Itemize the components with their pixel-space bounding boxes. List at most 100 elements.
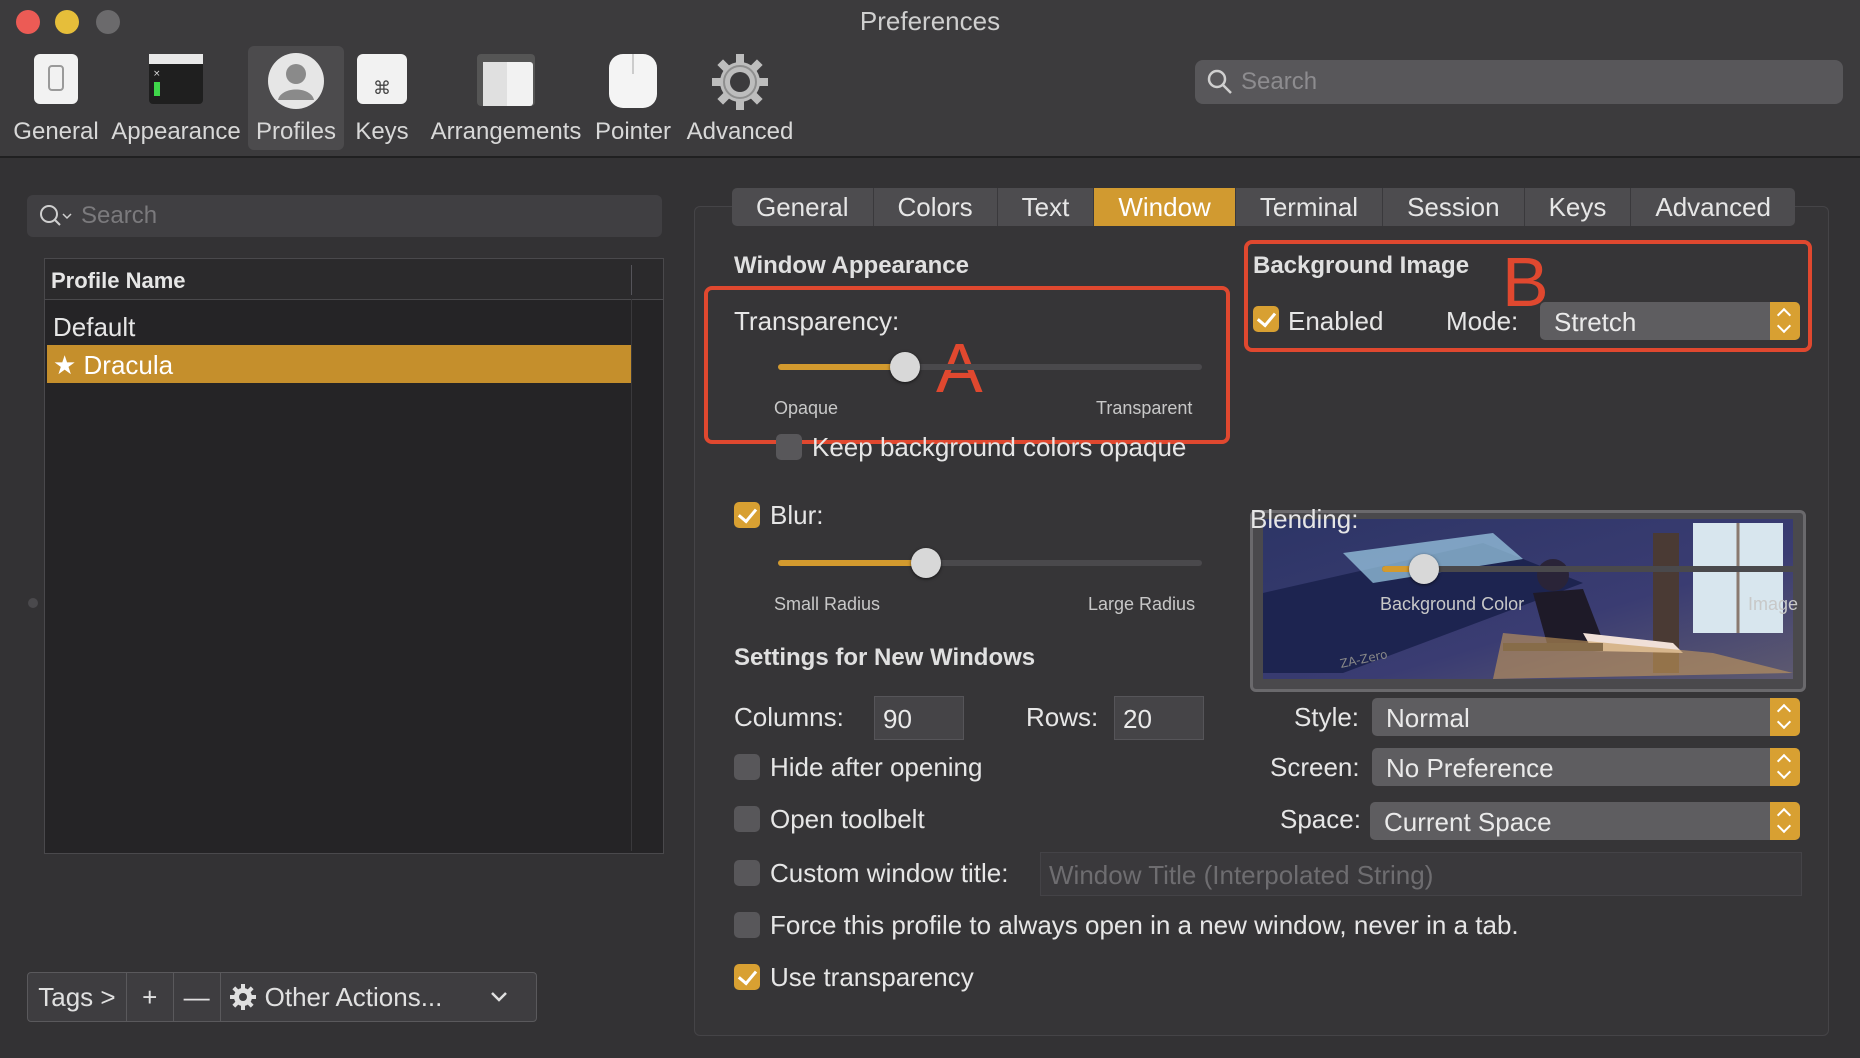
mode-popup-value: Stretch <box>1554 307 1637 337</box>
transparency-slider-fill <box>778 364 906 370</box>
tab-colors[interactable]: Colors <box>874 188 998 226</box>
search-options-icon <box>40 205 72 226</box>
chevron-down-icon <box>491 992 508 1002</box>
rows-value: 20 <box>1123 704 1152 734</box>
toolbar-keys-label: Keys <box>355 118 409 145</box>
sidebar-splitter-handle[interactable] <box>28 598 38 608</box>
toolbar-general[interactable]: General <box>8 46 104 150</box>
profiles-person-icon <box>267 52 325 115</box>
blending-label: Blending: <box>1250 504 1359 534</box>
toolbar-search-placeholder: Search <box>1241 68 1318 95</box>
profile-row-label: ★ Dracula <box>53 350 174 380</box>
toolbar-general-label: General <box>13 118 99 145</box>
preferences-content: Search Profile Name Default ★ Dracula Ta… <box>0 158 1860 1058</box>
tab-advanced[interactable]: Advanced <box>1631 188 1795 226</box>
tags-button[interactable]: Tags > <box>28 973 127 1021</box>
tab-general[interactable]: General <box>732 188 874 226</box>
preferences-window: Preferences General × Appearance Profile… <box>0 0 1860 1058</box>
column-divider <box>631 265 632 295</box>
profile-row-default[interactable]: Default <box>47 307 631 345</box>
style-popup[interactable]: Normal <box>1372 698 1800 736</box>
keep-background-opaque-label: Keep background colors opaque <box>812 432 1187 462</box>
popup-stepper-icon <box>1770 748 1800 786</box>
transparency-label: Transparency: <box>734 306 900 336</box>
toolbar-search-field[interactable]: Search <box>1195 60 1843 104</box>
hide-after-opening-label: Hide after opening <box>770 752 983 782</box>
blur-checkbox[interactable] <box>734 502 760 528</box>
use-transparency-label: Use transparency <box>770 962 974 992</box>
transparency-slider[interactable] <box>778 352 1202 382</box>
general-switch-icon <box>32 52 80 111</box>
columns-field[interactable]: 90 <box>874 696 964 740</box>
blending-slider-thumb[interactable] <box>1408 554 1439 584</box>
toolbar-pointer-label: Pointer <box>594 118 672 145</box>
columns-value: 90 <box>883 704 912 734</box>
blur-slider[interactable] <box>778 548 1202 578</box>
profile-search-field[interactable]: Search <box>27 195 662 237</box>
advanced-gear-icon <box>710 52 770 117</box>
column-line <box>631 299 632 851</box>
image-label: Image <box>1748 594 1799 614</box>
screen-label: Screen: <box>1270 752 1360 782</box>
svg-text:⌘: ⌘ <box>373 78 391 99</box>
custom-window-title-checkbox[interactable] <box>734 860 760 886</box>
rows-field[interactable]: 20 <box>1114 696 1204 740</box>
profile-row-label: Default <box>53 312 136 342</box>
toolbar-profiles-label: Profiles <box>255 118 337 145</box>
profile-row-dracula[interactable]: ★ Dracula <box>47 345 631 383</box>
profile-actions-bar: Tags > + — Other Actions... <box>27 972 537 1022</box>
appearance-window-icon: × <box>147 52 205 111</box>
tab-session[interactable]: Session <box>1383 188 1525 226</box>
tab-text[interactable]: Text <box>998 188 1095 226</box>
profile-list: Profile Name Default ★ Dracula <box>44 258 664 854</box>
use-transparency-checkbox[interactable] <box>734 964 760 990</box>
blending-slider[interactable] <box>1382 554 1800 584</box>
style-popup-value: Normal <box>1386 703 1470 733</box>
open-toolbelt-label: Open toolbelt <box>770 804 925 834</box>
screen-popup-value: No Preference <box>1386 753 1554 783</box>
toolbar-appearance[interactable]: × Appearance <box>108 46 244 150</box>
profile-tabs: General Colors Text Window Terminal Sess… <box>732 188 1796 226</box>
custom-window-title-field[interactable]: Window Title (Interpolated String) <box>1040 852 1802 896</box>
toolbar-appearance-label: Appearance <box>111 118 241 145</box>
toolbar-profiles[interactable]: Profiles <box>248 46 344 150</box>
blur-slider-fill <box>778 560 927 566</box>
toolbar-pointer[interactable]: Pointer <box>590 46 676 150</box>
svg-text:×: × <box>153 69 161 79</box>
blur-label: Blur: <box>770 500 824 530</box>
tab-window[interactable]: Window <box>1094 188 1236 226</box>
hide-after-opening-checkbox[interactable] <box>734 754 760 780</box>
space-label: Space: <box>1280 804 1361 834</box>
toolbar-arrangements[interactable]: Arrangements <box>428 46 584 150</box>
space-popup[interactable]: Current Space <box>1370 802 1800 840</box>
mode-label: Mode: <box>1446 306 1519 336</box>
open-toolbelt-checkbox[interactable] <box>734 806 760 832</box>
toolbar-advanced[interactable]: Advanced <box>684 46 796 150</box>
background-color-label: Background Color <box>1380 594 1525 614</box>
toolbar-advanced-label: Advanced <box>686 118 794 145</box>
mode-popup[interactable]: Stretch <box>1540 302 1800 340</box>
add-profile-button[interactable]: + <box>127 973 174 1021</box>
tab-terminal[interactable]: Terminal <box>1236 188 1384 226</box>
titlebar: Preferences General × Appearance Profile… <box>0 0 1860 158</box>
profile-list-header[interactable]: Profile Name <box>45 259 663 300</box>
other-actions-button[interactable]: Other Actions... <box>221 973 536 1021</box>
keep-background-opaque-checkbox[interactable] <box>776 434 802 460</box>
background-image-well[interactable]: ZA-Zero <box>1250 510 1806 692</box>
small-radius-label: Small Radius <box>774 594 881 614</box>
gear-icon <box>229 984 256 1010</box>
toolbar-keys[interactable]: ⌘ Keys <box>350 46 414 150</box>
toolbar-arrangements-label: Arrangements <box>430 118 582 145</box>
background-image-enabled-checkbox[interactable] <box>1253 306 1279 332</box>
tab-keys[interactable]: Keys <box>1525 188 1632 226</box>
force-new-window-checkbox[interactable] <box>734 912 760 938</box>
space-popup-value: Current Space <box>1384 807 1552 837</box>
screen-popup[interactable]: No Preference <box>1372 748 1800 786</box>
remove-profile-button[interactable]: — <box>174 973 221 1021</box>
transparency-slider-thumb[interactable] <box>890 352 921 382</box>
style-label: Style: <box>1294 702 1360 732</box>
popup-stepper-icon <box>1770 302 1800 340</box>
profile-name-column-header: Profile Name <box>51 268 186 293</box>
popup-stepper-icon <box>1770 698 1800 736</box>
new-windows-heading: Settings for New Windows <box>734 644 1036 671</box>
